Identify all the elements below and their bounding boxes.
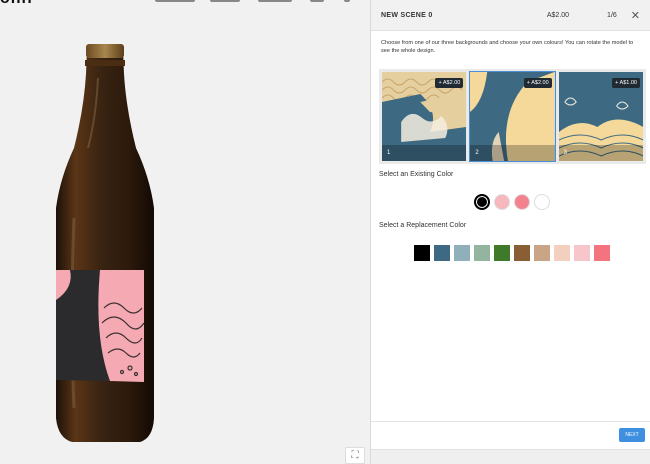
background-number: 1 <box>382 145 467 161</box>
nav-item[interactable] <box>310 0 324 2</box>
background-options: + A$2.00 1 + A$2.00 2 + A$1.00 3 <box>379 69 646 164</box>
replacement-color-swatch[interactable] <box>574 245 590 261</box>
replacement-color-swatch[interactable] <box>494 245 510 261</box>
background-number: 3 <box>558 145 643 161</box>
replacement-color-swatch[interactable] <box>554 245 570 261</box>
replacement-color-heading: Select a Replacement Color <box>379 222 467 229</box>
existing-color-swatch[interactable] <box>494 194 510 210</box>
scene-title: NEW SCENE 0 <box>381 11 433 19</box>
search-icon[interactable] <box>344 0 350 2</box>
existing-color-heading: Select an Existing Color <box>379 171 454 178</box>
replacement-color-swatch[interactable] <box>474 245 490 261</box>
panel-footer: NEXT <box>371 421 650 449</box>
nav-item[interactable] <box>258 0 292 2</box>
background-number: 2 <box>470 145 555 161</box>
background-price: + A$2.00 <box>435 78 464 88</box>
background-price: + A$2.00 <box>523 78 552 88</box>
step-indicator: 1/6 <box>607 11 617 19</box>
beer-bottle-model[interactable] <box>40 38 180 448</box>
top-navigation: ohif <box>0 0 370 6</box>
replacement-color-swatch[interactable] <box>594 245 610 261</box>
nav-item[interactable] <box>210 0 240 2</box>
replacement-color-swatch[interactable] <box>434 245 450 261</box>
bottle-label <box>56 270 145 382</box>
existing-color-swatch[interactable] <box>474 194 490 210</box>
panel-bottom-bar <box>371 449 650 464</box>
existing-color-swatch[interactable] <box>534 194 550 210</box>
replacement-color-swatch[interactable] <box>454 245 470 261</box>
background-option-3[interactable]: + A$1.00 3 <box>558 71 644 162</box>
panel-header: NEW SCENE 0 A$2.00 1/6 ✕ <box>371 0 650 31</box>
existing-color-swatch[interactable] <box>514 194 530 210</box>
model-viewer[interactable]: ohif <box>0 0 370 464</box>
replacement-color-swatch[interactable] <box>414 245 430 261</box>
background-option-2[interactable]: + A$2.00 2 <box>469 71 556 162</box>
next-button[interactable]: NEXT <box>619 428 645 442</box>
fullscreen-icon[interactable]: ⛶ <box>345 447 365 464</box>
nav-item[interactable] <box>155 0 195 2</box>
site-logo[interactable]: ohif <box>0 0 33 6</box>
customizer-panel: NEW SCENE 0 A$2.00 1/6 ✕ Choose from one… <box>370 0 650 464</box>
replacement-color-swatch[interactable] <box>514 245 530 261</box>
existing-color-list <box>474 194 550 210</box>
scene-price: A$2.00 <box>546 11 570 19</box>
close-icon[interactable]: ✕ <box>631 9 640 22</box>
replacement-color-list <box>414 245 610 261</box>
replacement-color-swatch[interactable] <box>534 245 550 261</box>
background-price: + A$1.00 <box>612 78 640 88</box>
background-option-1[interactable]: + A$2.00 1 <box>381 71 467 162</box>
